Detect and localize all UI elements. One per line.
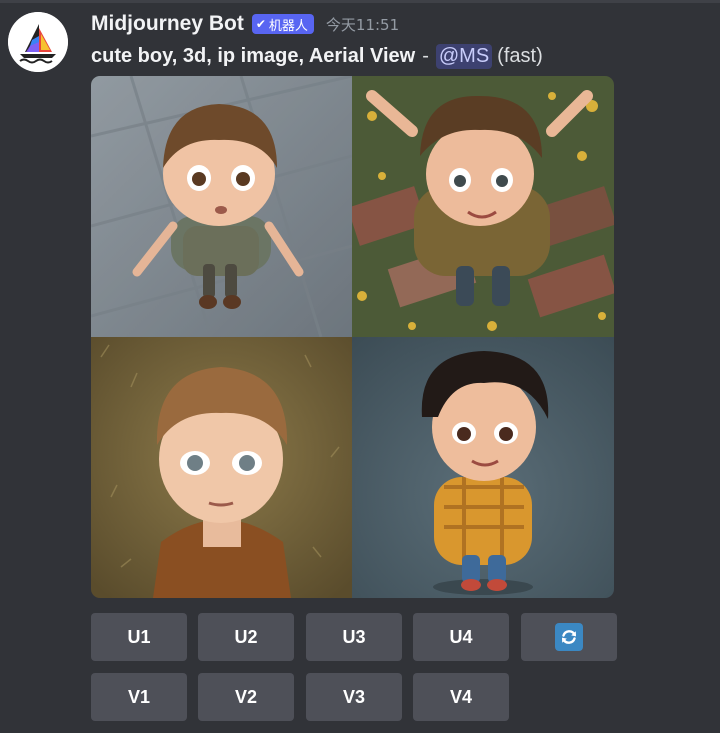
bot-badge-label: 机器人 bbox=[268, 18, 308, 34]
speed-label: (fast) bbox=[497, 44, 543, 67]
prompt-text: cute boy, 3d, ip image, Aerial View bbox=[91, 44, 416, 67]
sailboat-logo-icon bbox=[8, 12, 68, 72]
variation-button-1[interactable]: V1 bbox=[91, 673, 187, 721]
upscale-button-3[interactable]: U3 bbox=[306, 613, 402, 661]
message-content: cute boy, 3d, ip image, Aerial View - @M… bbox=[91, 42, 543, 70]
generated-image-grid[interactable] bbox=[91, 76, 614, 598]
upscale-button-1[interactable]: U1 bbox=[91, 613, 187, 661]
midjourney-avatar[interactable] bbox=[8, 12, 68, 72]
message-header: Midjourney Bot ✔ 机器人 今天11:51 bbox=[91, 10, 399, 38]
author-name[interactable]: Midjourney Bot bbox=[91, 12, 244, 36]
message-timestamp[interactable]: 今天11:51 bbox=[326, 14, 399, 35]
image-tile-3[interactable] bbox=[91, 337, 352, 598]
reroll-button[interactable] bbox=[521, 613, 617, 661]
upscale-button-2[interactable]: U2 bbox=[198, 613, 294, 661]
variation-button-2[interactable]: V2 bbox=[198, 673, 294, 721]
refresh-icon bbox=[555, 623, 583, 651]
variation-button-4[interactable]: V4 bbox=[413, 673, 509, 721]
user-mention[interactable]: @MS bbox=[435, 43, 493, 69]
image-tile-2[interactable] bbox=[352, 76, 614, 337]
prompt-separator: - bbox=[422, 44, 429, 67]
upscale-button-4[interactable]: U4 bbox=[413, 613, 509, 661]
check-icon: ✔ bbox=[255, 17, 266, 31]
image-tile-1[interactable] bbox=[91, 76, 352, 337]
channel-top-divider bbox=[0, 0, 720, 3]
bot-badge: ✔ 机器人 bbox=[251, 14, 314, 34]
image-tile-4[interactable] bbox=[352, 337, 614, 598]
variation-button-3[interactable]: V3 bbox=[306, 673, 402, 721]
